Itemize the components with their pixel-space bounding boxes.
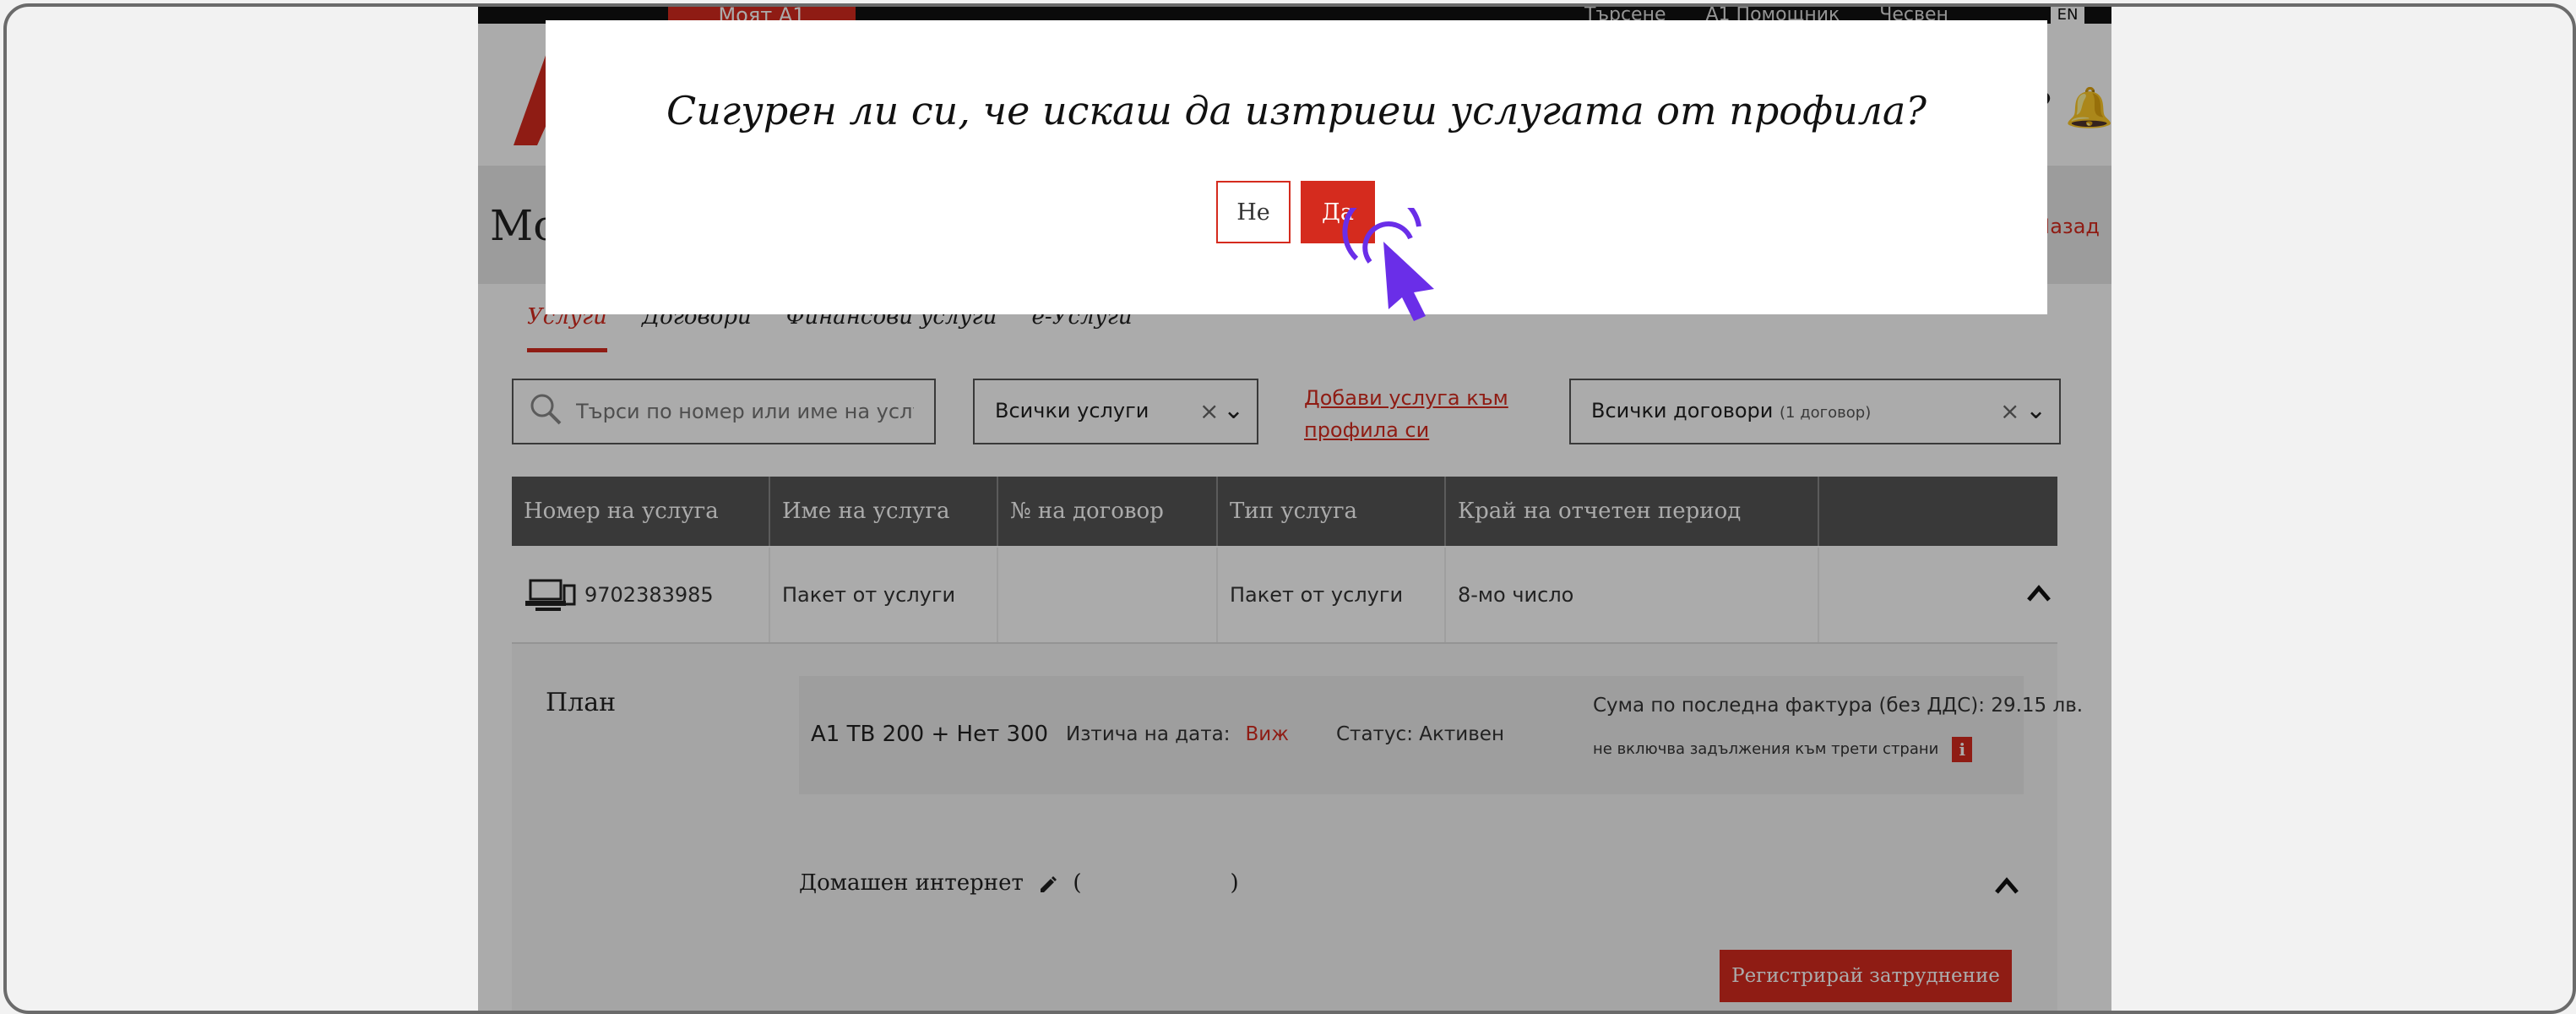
dialog-question: Сигурен ли си, че искаш да изтриеш услуг…	[666, 88, 1927, 134]
click-cursor-icon	[1342, 208, 1434, 321]
no-button[interactable]: Не	[1216, 181, 1291, 243]
window-frame: Моят А1 Търсене А1 Помощник Чесвен EN ? …	[3, 3, 2576, 1014]
confirm-delete-dialog: Сигурен ли си, че искаш да изтриеш услуг…	[546, 20, 2047, 314]
